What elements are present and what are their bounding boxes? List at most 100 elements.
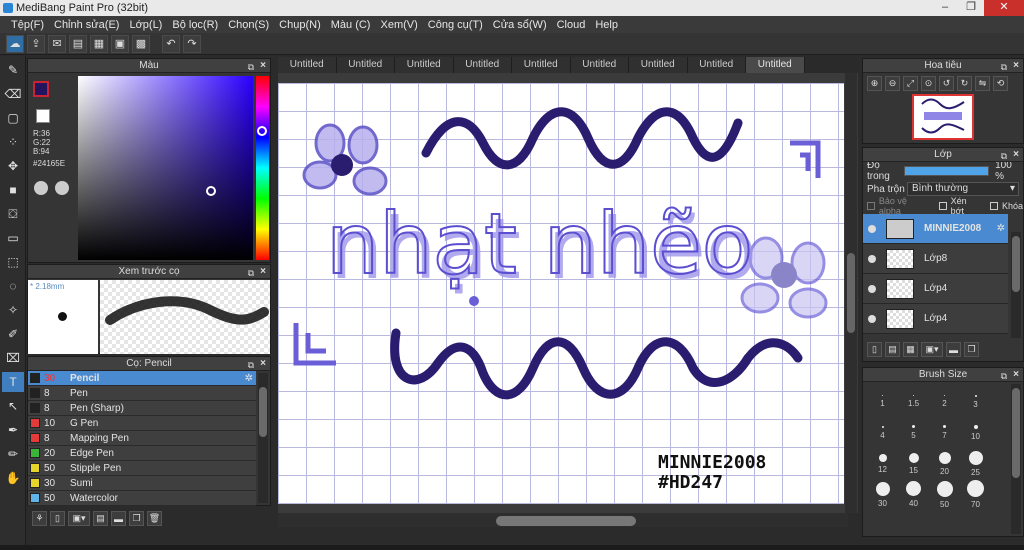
hue-slider-handle[interactable]: [257, 126, 267, 136]
picker-cursor[interactable]: [206, 186, 216, 196]
gear-icon[interactable]: ✲: [245, 373, 253, 384]
tab-untitled[interactable]: Untitled: [395, 57, 454, 73]
popout-icon[interactable]: ⧉: [248, 60, 254, 74]
navigator-thumbnail[interactable]: [912, 94, 974, 140]
close-panel-icon[interactable]: ×: [260, 265, 266, 279]
menu-filter[interactable]: Bộ lọc(R): [167, 19, 223, 31]
brush-options-icon[interactable]: ▣▾: [68, 511, 90, 526]
brush-item[interactable]: 10 G Pen: [28, 416, 256, 431]
menu-view[interactable]: Xem(V): [375, 19, 422, 31]
text-tool-icon[interactable]: T: [2, 372, 24, 392]
layer-item[interactable]: Lớp4: [863, 274, 1008, 304]
saturation-value-picker[interactable]: [78, 76, 253, 260]
eyedropper-tool-icon[interactable]: ✒: [2, 420, 24, 440]
layer-item[interactable]: Lớp8: [863, 244, 1008, 274]
canvas-area[interactable]: nhạt nhẽo nhạt nhẽo MINNIE2008 #HD247: [278, 73, 858, 513]
duplicate-layer-icon[interactable]: ❐: [964, 342, 979, 357]
opacity-slider[interactable]: [904, 166, 990, 176]
pen-tool-icon[interactable]: ✏: [2, 444, 24, 464]
redo-icon[interactable]: ↷: [183, 34, 201, 53]
brush-item-pencil[interactable]: 30 Pencil ✲: [28, 371, 256, 386]
canvas-vertical-scrollbar[interactable]: [845, 73, 857, 513]
folder-icon[interactable]: ▬: [111, 511, 126, 526]
dot-tool-icon[interactable]: ⁘: [2, 132, 24, 152]
brush-item[interactable]: 8 Pen: [28, 386, 256, 401]
brush-size-option[interactable]: 70: [960, 479, 991, 510]
menu-capture[interactable]: Chụp(N): [274, 19, 326, 31]
layer-item-minnie2008[interactable]: MINNIE2008 ✲: [863, 214, 1008, 244]
layer-item[interactable]: Lớp4: [863, 304, 1008, 334]
menu-cloud[interactable]: Cloud: [552, 19, 591, 31]
eye-icon[interactable]: [868, 314, 876, 323]
tab-untitled[interactable]: Untitled: [629, 57, 688, 73]
brush-size-option[interactable]: 25: [960, 448, 991, 479]
folder-icon[interactable]: ▬: [946, 342, 961, 357]
drawing-canvas[interactable]: nhạt nhẽo nhạt nhẽo MINNIE2008 #HD247: [278, 83, 844, 504]
cloud-icon[interactable]: ☁: [6, 34, 24, 53]
brush-item[interactable]: 8 Mapping Pen: [28, 431, 256, 446]
magic-wand-tool-icon[interactable]: ✧: [2, 300, 24, 320]
color-palette-icon[interactable]: [55, 181, 69, 195]
hue-slider[interactable]: [256, 76, 269, 260]
brush-size-option[interactable]: 1: [867, 386, 898, 417]
fill-rect-tool-icon[interactable]: ■: [2, 180, 24, 200]
rectangle-tool-icon[interactable]: ▢: [2, 108, 24, 128]
clipping-checkbox[interactable]: [938, 202, 947, 210]
brush-size-option[interactable]: 50: [929, 479, 960, 510]
layer-options-icon[interactable]: ▣▾: [921, 342, 943, 357]
comment-icon[interactable]: ✉: [48, 34, 66, 53]
brush-settings-icon[interactable]: ▤: [93, 511, 108, 526]
select-eraser-tool-icon[interactable]: ⌧: [2, 348, 24, 368]
protect-alpha-checkbox[interactable]: [867, 202, 875, 210]
layer-list-scrollbar[interactable]: [1011, 232, 1021, 338]
menu-select[interactable]: Chọn(S): [223, 19, 274, 31]
brush-size-option[interactable]: 2: [929, 386, 960, 417]
brush-size-option[interactable]: 10: [960, 417, 991, 448]
menu-file[interactable]: Tệp(F): [6, 19, 49, 31]
brush-item[interactable]: 50 Watercolor: [28, 491, 256, 506]
tab-untitled[interactable]: Untitled: [687, 57, 746, 73]
gear-icon[interactable]: ✲: [997, 223, 1005, 234]
brush-size-option[interactable]: 1.5: [898, 386, 929, 417]
menu-help[interactable]: Help: [590, 19, 623, 31]
blend-mode-select[interactable]: Bình thường ▾: [907, 182, 1019, 196]
operation-tool-icon[interactable]: ↖: [2, 396, 24, 416]
select-pen-tool-icon[interactable]: ✐: [2, 324, 24, 344]
brush-size-option[interactable]: 5: [898, 417, 929, 448]
actual-size-icon[interactable]: ⊙: [921, 76, 936, 91]
brush-item[interactable]: 8 Pen (Sharp): [28, 401, 256, 416]
document-icon[interactable]: ▦: [90, 34, 108, 53]
add-brush-icon[interactable]: ⚘: [32, 511, 47, 526]
popout-icon[interactable]: ⧉: [1001, 149, 1007, 163]
brush-item[interactable]: 30 Sumi: [28, 476, 256, 491]
brush-size-option[interactable]: 30: [867, 479, 898, 510]
bucket-tool-icon[interactable]: ⛋: [2, 204, 24, 224]
lock-checkbox[interactable]: [990, 202, 998, 210]
rotate-right-icon[interactable]: ↻: [957, 76, 972, 91]
menu-color[interactable]: Màu (C): [326, 19, 376, 31]
reset-icon[interactable]: ⟲: [993, 76, 1008, 91]
eye-icon[interactable]: [868, 224, 876, 233]
new-brush-icon[interactable]: ▯: [50, 511, 65, 526]
upload-icon[interactable]: ⇪: [27, 34, 45, 53]
rotate-left-icon[interactable]: ↺: [939, 76, 954, 91]
select-rect-tool-icon[interactable]: ⬚: [2, 252, 24, 272]
zoom-out-icon[interactable]: ⊖: [885, 76, 900, 91]
grid-icon[interactable]: ▩: [132, 34, 150, 53]
undo-icon[interactable]: ↶: [162, 34, 180, 53]
restore-button[interactable]: ❐: [958, 0, 984, 16]
tab-untitled[interactable]: Untitled: [570, 57, 629, 73]
gradient-tool-icon[interactable]: ▭: [2, 228, 24, 248]
brush-size-option[interactable]: 3: [960, 386, 991, 417]
brush-item[interactable]: 20 Edge Pen: [28, 446, 256, 461]
minimize-button[interactable]: ‒: [932, 0, 958, 16]
brush-size-scrollbar[interactable]: [1011, 384, 1021, 534]
color-wheel-icon[interactable]: [34, 181, 48, 195]
close-panel-icon[interactable]: ×: [1013, 368, 1019, 382]
brush-size-option[interactable]: 20: [929, 448, 960, 479]
brush-size-option[interactable]: 40: [898, 479, 929, 510]
close-panel-icon[interactable]: ×: [1013, 59, 1019, 73]
fit-icon[interactable]: ⤢: [903, 76, 918, 91]
close-panel-icon[interactable]: ×: [260, 357, 266, 371]
brush-item[interactable]: 50 Stipple Pen: [28, 461, 256, 476]
